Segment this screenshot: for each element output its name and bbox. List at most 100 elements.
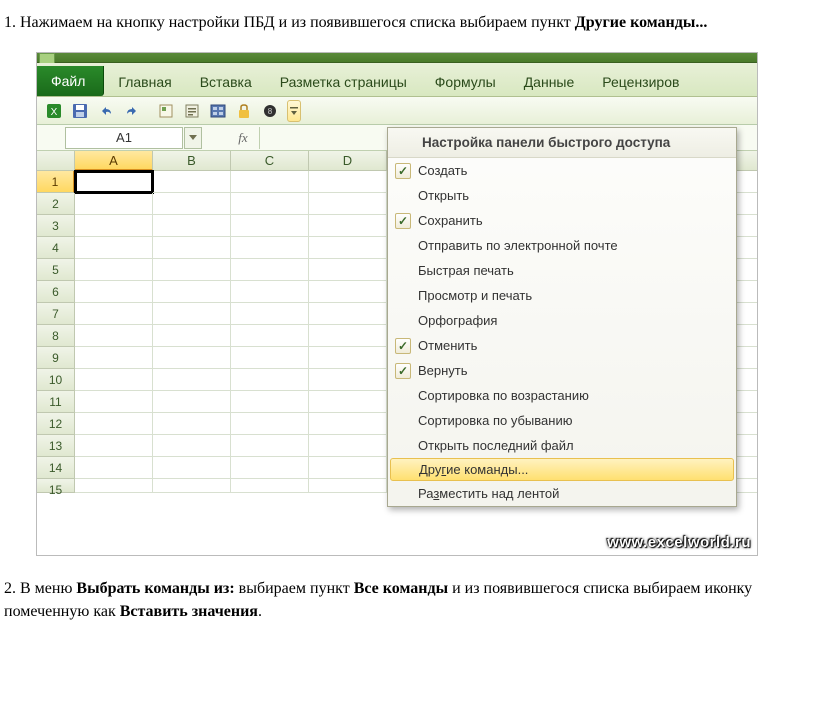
cell[interactable]	[75, 413, 153, 435]
qat-undo-icon[interactable]	[95, 100, 117, 122]
column-header-b[interactable]: B	[153, 151, 231, 171]
qat-menu-item[interactable]: Открыть	[388, 183, 736, 208]
cell[interactable]	[309, 325, 387, 347]
cell[interactable]	[231, 303, 309, 325]
fx-icon[interactable]: fx	[227, 130, 259, 146]
cell[interactable]	[75, 215, 153, 237]
column-header-a[interactable]: A	[75, 151, 153, 171]
cell[interactable]	[75, 479, 153, 493]
row-header[interactable]: 6	[37, 281, 75, 303]
tab-review[interactable]: Рецензиров	[588, 67, 693, 96]
qat-redo-icon[interactable]	[121, 100, 143, 122]
cell[interactable]	[231, 369, 309, 391]
cell[interactable]	[309, 347, 387, 369]
cell[interactable]	[153, 435, 231, 457]
cell[interactable]	[309, 259, 387, 281]
cell[interactable]	[309, 369, 387, 391]
cell[interactable]	[309, 303, 387, 325]
cell[interactable]	[75, 193, 153, 215]
row-header[interactable]: 2	[37, 193, 75, 215]
cell[interactable]	[309, 479, 387, 493]
row-header[interactable]: 4	[37, 237, 75, 259]
qat-menu-item[interactable]: ✓Создать	[388, 158, 736, 183]
cell[interactable]	[231, 457, 309, 479]
cell[interactable]	[75, 237, 153, 259]
cell[interactable]	[75, 391, 153, 413]
qat-menu-item[interactable]: Сортировка по убыванию	[388, 408, 736, 433]
cell[interactable]	[309, 171, 387, 193]
qat-menu-item[interactable]: Сортировка по возрастанию	[388, 383, 736, 408]
qat-menu-item[interactable]: Отправить по электронной почте	[388, 233, 736, 258]
qat-custom-icon-1[interactable]	[155, 100, 177, 122]
row-header[interactable]: 12	[37, 413, 75, 435]
qat-lock-icon[interactable]	[233, 100, 255, 122]
cell[interactable]	[309, 281, 387, 303]
file-tab[interactable]: Файл	[37, 66, 104, 96]
cell[interactable]	[153, 215, 231, 237]
column-header-c[interactable]: C	[231, 151, 309, 171]
row-header[interactable]: 1	[37, 171, 75, 193]
cell[interactable]	[153, 237, 231, 259]
tab-insert[interactable]: Вставка	[186, 67, 266, 96]
cell[interactable]	[309, 391, 387, 413]
name-box[interactable]: A1	[65, 127, 183, 149]
cell[interactable]	[231, 391, 309, 413]
qat-custom-icon-2[interactable]	[181, 100, 203, 122]
qat-menu-item[interactable]: ✓Сохранить	[388, 208, 736, 233]
cell[interactable]	[231, 325, 309, 347]
select-all-corner[interactable]	[37, 151, 75, 171]
cell[interactable]	[231, 281, 309, 303]
cell[interactable]	[309, 215, 387, 237]
row-header[interactable]: 11	[37, 391, 75, 413]
row-header[interactable]: 15	[37, 479, 75, 493]
row-header[interactable]: 9	[37, 347, 75, 369]
cell[interactable]	[153, 259, 231, 281]
row-header[interactable]: 7	[37, 303, 75, 325]
row-header[interactable]: 8	[37, 325, 75, 347]
cell[interactable]	[231, 171, 309, 193]
qat-menu-item[interactable]: Открыть последний файл	[388, 433, 736, 458]
qat-custom-icon-3[interactable]	[207, 100, 229, 122]
cell[interactable]	[231, 347, 309, 369]
cell[interactable]	[153, 369, 231, 391]
cell[interactable]	[153, 413, 231, 435]
cell[interactable]	[231, 237, 309, 259]
name-box-dropdown[interactable]	[184, 127, 202, 149]
cell[interactable]	[75, 171, 153, 193]
cell[interactable]	[153, 391, 231, 413]
cell[interactable]	[231, 413, 309, 435]
cell[interactable]	[309, 457, 387, 479]
cell[interactable]	[75, 435, 153, 457]
column-header-d[interactable]: D	[309, 151, 387, 171]
cell[interactable]	[231, 193, 309, 215]
tab-home[interactable]: Главная	[104, 67, 185, 96]
qat-menu-item[interactable]: Другие команды...	[390, 458, 734, 481]
cell[interactable]	[75, 457, 153, 479]
cell[interactable]	[153, 325, 231, 347]
cell[interactable]	[75, 259, 153, 281]
cell[interactable]	[153, 347, 231, 369]
qat-menu-item[interactable]: ✓Отменить	[388, 333, 736, 358]
qat-customize-button[interactable]	[287, 100, 301, 122]
cell[interactable]	[75, 369, 153, 391]
cell[interactable]	[153, 479, 231, 493]
cell[interactable]	[309, 435, 387, 457]
cell[interactable]	[309, 413, 387, 435]
cell[interactable]	[153, 193, 231, 215]
row-header[interactable]: 10	[37, 369, 75, 391]
qat-save-icon[interactable]	[69, 100, 91, 122]
cell[interactable]	[153, 457, 231, 479]
cell[interactable]	[153, 303, 231, 325]
qat-menu-item[interactable]: Быстрая печать	[388, 258, 736, 283]
cell[interactable]	[231, 259, 309, 281]
cell[interactable]	[231, 479, 309, 493]
cell[interactable]	[153, 281, 231, 303]
cell[interactable]	[153, 171, 231, 193]
row-header[interactable]: 14	[37, 457, 75, 479]
cell[interactable]	[309, 193, 387, 215]
qat-menu-item[interactable]: Просмотр и печать	[388, 283, 736, 308]
tab-data[interactable]: Данные	[510, 67, 589, 96]
cell[interactable]	[309, 237, 387, 259]
row-header[interactable]: 3	[37, 215, 75, 237]
qat-menu-item[interactable]: ✓Вернуть	[388, 358, 736, 383]
